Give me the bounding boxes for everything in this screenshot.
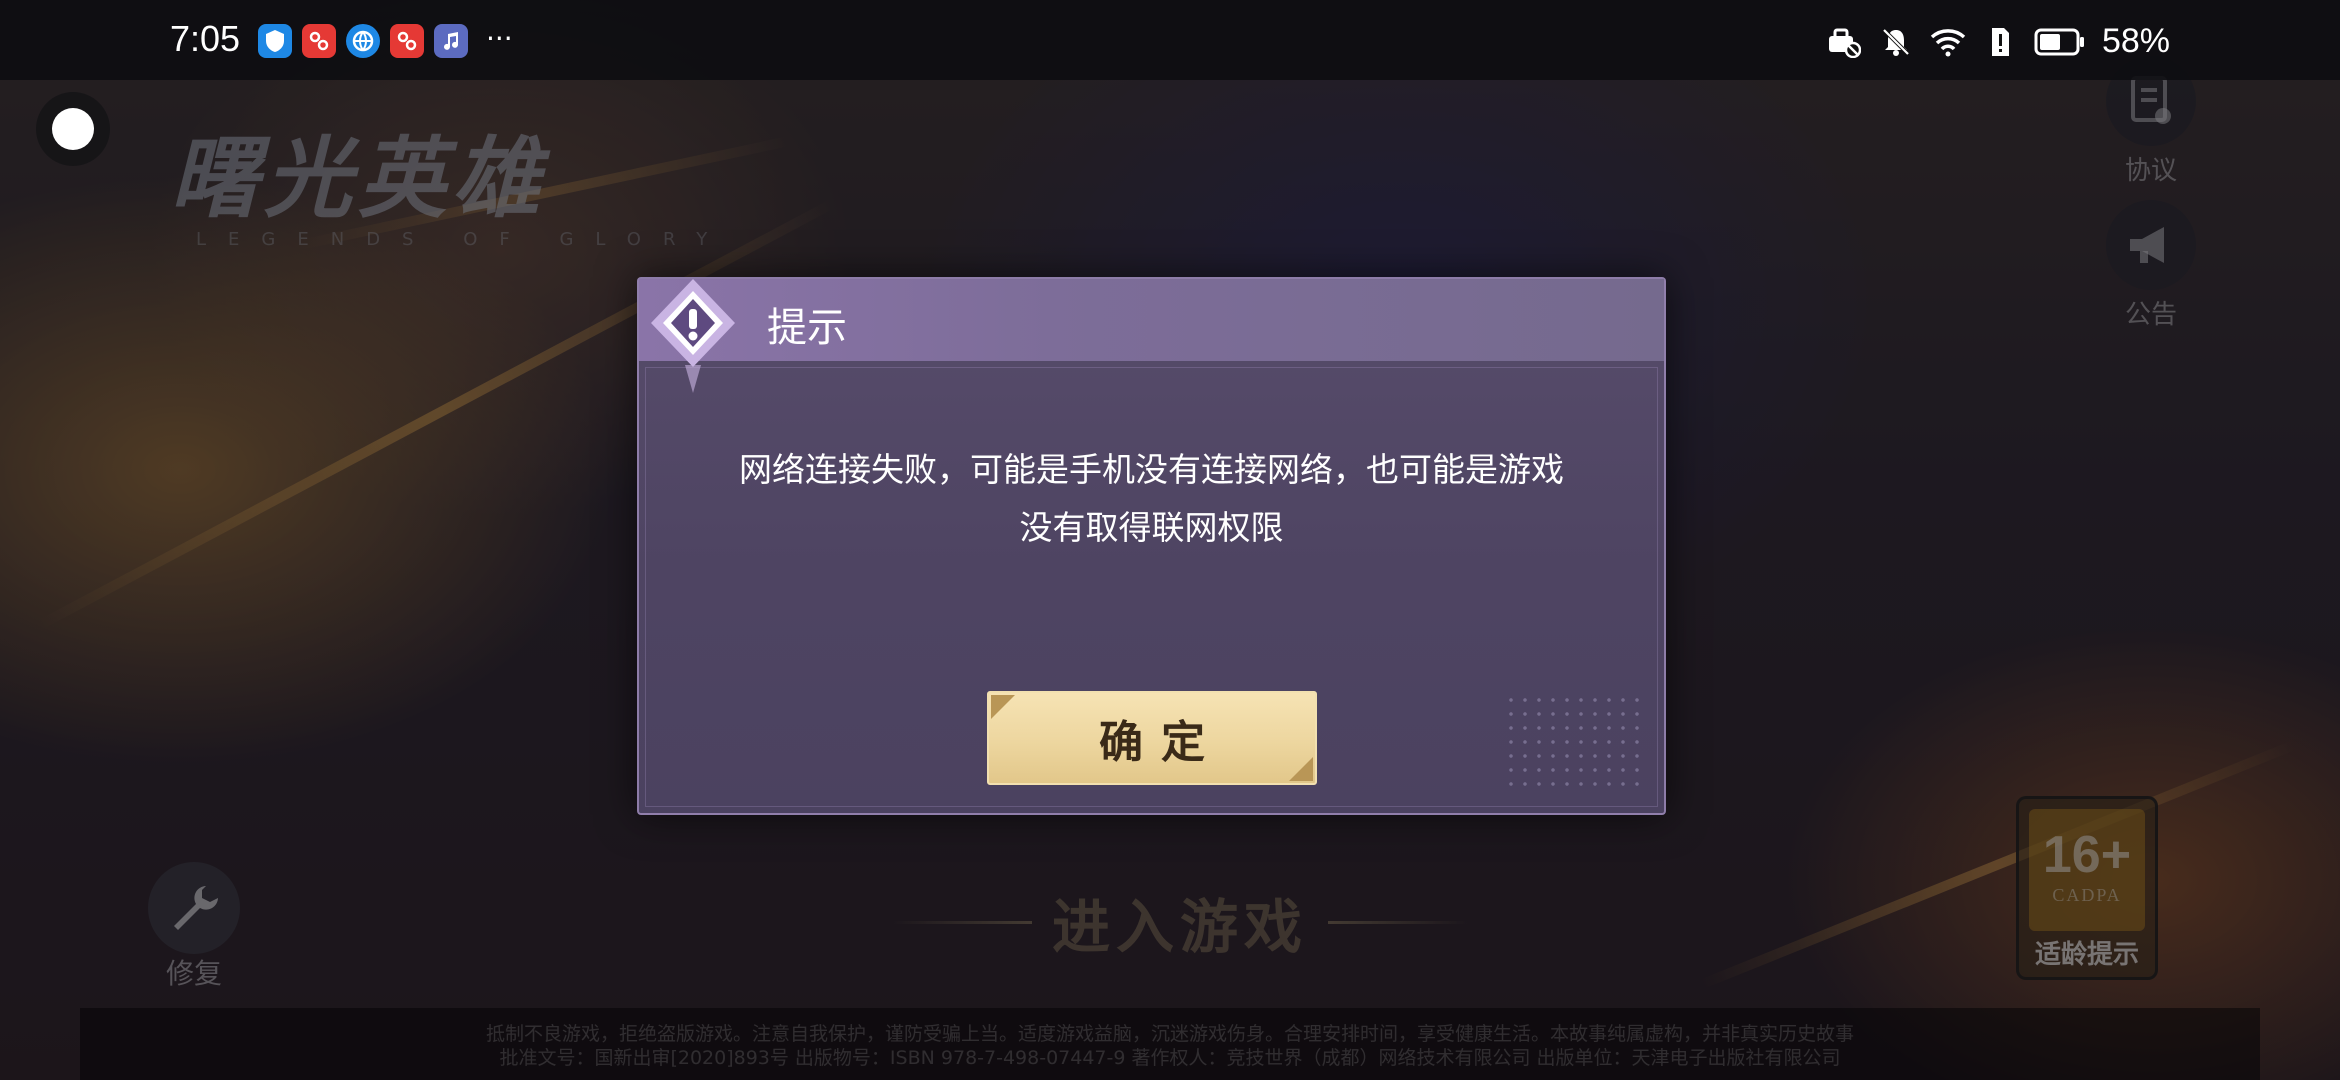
- confirm-button[interactable]: 确定: [987, 691, 1317, 785]
- battery-percent: 58%: [2101, 22, 2170, 60]
- status-time: 7:05: [170, 18, 241, 59]
- status-bar: 7:05 ··· 58%: [0, 0, 2340, 80]
- shield-app-icon: [258, 24, 292, 58]
- network-off-icon: [1826, 24, 1862, 60]
- browser-app-icon: [346, 24, 380, 58]
- system-icons: 58%: [1826, 22, 2170, 61]
- confirm-button-label: 确定: [1099, 717, 1223, 768]
- dialog-message: 网络连接失败，可能是手机没有连接网络，也可能是游戏没有取得联网权限: [739, 450, 1564, 547]
- video-app-icon: [390, 24, 424, 58]
- network-error-dialog: 提示 网络连接失败，可能是手机没有连接网络，也可能是游戏没有取得联网权限 确定: [637, 277, 1666, 815]
- sim-alert-icon: [1982, 24, 2018, 60]
- decorative-dots: [1504, 693, 1644, 793]
- music-app-icon: [434, 24, 468, 58]
- notification-icons: ···: [258, 21, 513, 58]
- more-notifications-icon: ···: [486, 21, 513, 55]
- floating-assistant-button[interactable]: [36, 92, 110, 166]
- warning-icon: [651, 279, 735, 393]
- wifi-icon: [1930, 24, 1966, 60]
- mute-bell-icon: [1878, 24, 1914, 60]
- battery-icon: [2034, 24, 2086, 60]
- video-app-icon: [302, 24, 336, 58]
- dialog-title: 提示: [767, 305, 847, 351]
